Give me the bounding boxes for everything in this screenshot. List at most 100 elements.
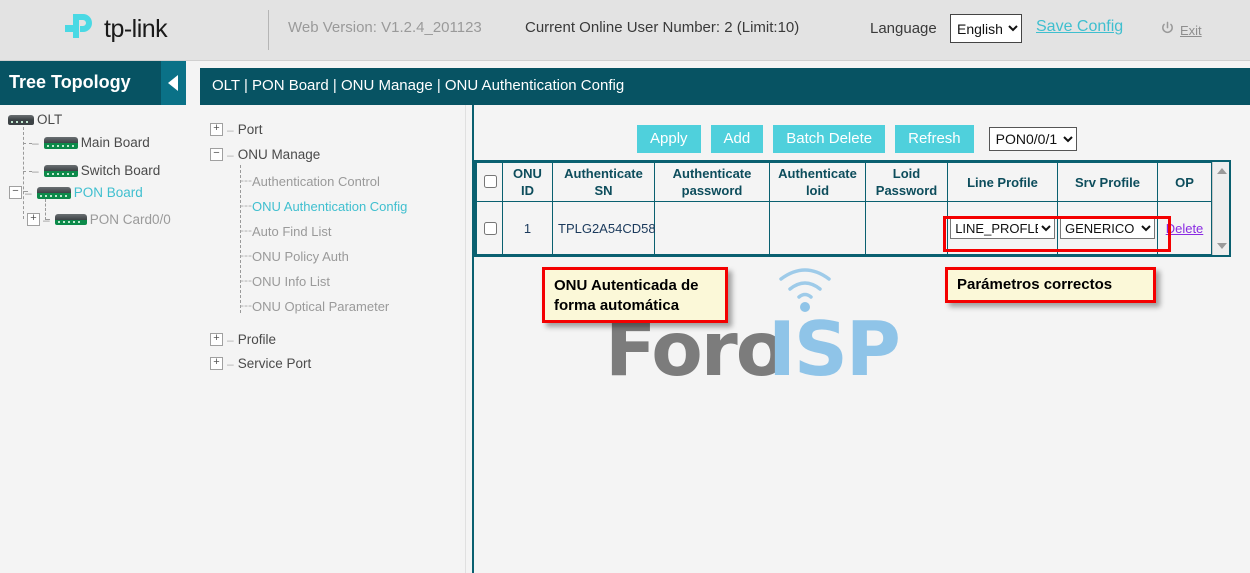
tree-node-pon-board[interactable]: − – PON Board [9, 185, 143, 200]
tree-connector [23, 143, 32, 144]
callout-onu-authenticated: ONU Autenticada de forma automática [542, 267, 728, 323]
table-row: 1 TPLG2A54CD58 LINE_PROFLE_1 GENERICO [477, 202, 1212, 255]
breadcrumb: OLT | PON Board | ONU Manage | ONU Authe… [212, 77, 624, 94]
onu-table-container: ONU ID Authenticate SN Authenticate pass… [474, 160, 1231, 257]
add-button[interactable]: Add [711, 125, 764, 153]
nav-group-label: Service Port [238, 356, 312, 371]
tree-branch-dash: – [32, 136, 39, 150]
nav-collapse-icon[interactable]: − [210, 148, 223, 161]
cell-line-profile: LINE_PROFLE_1 [948, 202, 1058, 255]
nav-branch-dash: --- [240, 198, 252, 212]
header-line-1: Authenticate [554, 165, 653, 182]
nav-expand-icon[interactable]: + [210, 357, 223, 370]
nav-branch-dash: --- [240, 298, 252, 312]
cell-authenticate-sn: TPLG2A54CD58 [553, 202, 655, 255]
row-select-cell [477, 202, 503, 255]
tree-node-label: PON Card0/0 [90, 212, 171, 227]
top-header: tp-link Web Version: V1.2.4_201123 Curre… [0, 0, 1250, 61]
nav-item-onu-authentication-config[interactable]: ONU Authentication Config [252, 199, 407, 214]
tree-topology-sidebar: Tree Topology OLT – Main Board – Switch … [0, 61, 186, 573]
tree-collapse-button[interactable] [161, 61, 186, 105]
web-version-label: Web Version: V1.2.4_201123 [288, 19, 482, 36]
nav-branch-dash: --- [240, 248, 252, 262]
cell-op: Delete [1158, 202, 1212, 255]
batch-delete-button[interactable]: Batch Delete [773, 125, 885, 153]
column-header-loid-password: Loid Password [866, 163, 948, 202]
power-icon [1160, 21, 1175, 39]
tree-node-label: Switch Board [81, 163, 161, 178]
onu-authentication-table: ONU ID Authenticate SN Authenticate pass… [476, 162, 1212, 255]
cell-authenticate-loid [770, 202, 866, 255]
srv-profile-select[interactable]: GENERICO [1060, 217, 1155, 239]
header-line-1: Authenticate [771, 165, 864, 182]
tree-node-pon-card[interactable]: + – PON Card0/0 [27, 212, 171, 227]
select-all-checkbox[interactable] [484, 175, 497, 188]
main-content-area: Apply Add Batch Delete Refresh PON0/0/1 … [472, 105, 1250, 573]
language-select[interactable]: English [950, 14, 1022, 43]
nav-expand-icon[interactable]: + [210, 333, 223, 346]
tree-node-olt[interactable]: OLT [8, 112, 62, 127]
tree-node-label: Main Board [81, 135, 150, 150]
apply-button[interactable]: Apply [637, 125, 701, 153]
nav-expand-icon[interactable]: + [210, 123, 223, 136]
nav-branch-dash: – [227, 123, 234, 137]
header-line-2: password [656, 182, 768, 199]
column-header-op: OP [1158, 163, 1212, 202]
nav-item-authentication-control[interactable]: Authentication Control [252, 174, 380, 189]
nav-branch-dash: --- [240, 173, 252, 187]
nav-branch-dash: --- [240, 223, 252, 237]
language-label: Language [870, 20, 937, 37]
tree-node-label: PON Board [74, 185, 143, 200]
header-line-2: SN [554, 182, 653, 199]
tree-connector [23, 171, 32, 172]
header-line-1: ONU [504, 165, 551, 182]
tree-node-main-board[interactable]: – Main Board [32, 135, 150, 150]
save-config-link[interactable]: Save Config [1036, 18, 1123, 36]
caret-down-icon[interactable] [1217, 243, 1227, 249]
tp-link-logo-icon [64, 12, 102, 46]
tree-branch-dash: – [32, 164, 39, 178]
tree-connector [23, 127, 24, 219]
nav-group-port[interactable]: + – Port [210, 122, 262, 137]
cell-srv-profile: GENERICO [1058, 202, 1158, 255]
cell-authenticate-password [655, 202, 770, 255]
row-select-checkbox[interactable] [484, 222, 497, 235]
column-header-onu-id: ONU ID [503, 163, 553, 202]
refresh-button[interactable]: Refresh [895, 125, 974, 153]
exit-control[interactable]: Exit [1160, 21, 1202, 39]
pon-port-select[interactable]: PON0/0/1 [989, 127, 1077, 151]
nav-connector [240, 165, 241, 313]
nav-branch-dash: --- [240, 273, 252, 287]
nav-group-profile[interactable]: + – Profile [210, 332, 276, 347]
nav-branch-dash: – [227, 357, 234, 371]
nav-item-onu-optical-parameter[interactable]: ONU Optical Parameter [252, 299, 389, 314]
column-header-line-profile: Line Profile [948, 163, 1058, 202]
tree-toggle-collapse-icon[interactable]: − [9, 186, 22, 199]
nav-branch-dash: – [227, 333, 234, 347]
nav-branch-dash: – [227, 148, 234, 162]
column-header-authenticate-password: Authenticate password [655, 163, 770, 202]
exit-link[interactable]: Exit [1180, 23, 1202, 38]
line-profile-select[interactable]: LINE_PROFLE_1 [950, 217, 1055, 239]
table-vertical-scrollbar[interactable] [1212, 162, 1229, 255]
tree-node-switch-board[interactable]: – Switch Board [32, 163, 160, 178]
tree-topology-title: Tree Topology [9, 72, 131, 93]
nav-item-onu-info-list[interactable]: ONU Info List [252, 274, 330, 289]
nav-group-onu-manage[interactable]: − – ONU Manage [210, 147, 320, 162]
column-header-authenticate-loid: Authenticate loid [770, 163, 866, 202]
tree-toggle-expand-icon[interactable]: + [27, 213, 40, 226]
nav-group-label: Port [238, 122, 263, 137]
navigation-panel: + – Port − – ONU Manage --- Authenticati… [200, 105, 465, 573]
tree-topology-header: Tree Topology [0, 61, 186, 105]
nav-item-auto-find-list[interactable]: Auto Find List [252, 224, 332, 239]
table-header-row: ONU ID Authenticate SN Authenticate pass… [477, 163, 1212, 202]
nav-item-onu-policy-auth[interactable]: ONU Policy Auth [252, 249, 349, 264]
tree-node-label: OLT [37, 112, 62, 127]
caret-up-icon[interactable] [1217, 168, 1227, 174]
tree-branch-dash: – [25, 186, 32, 200]
device-icon [37, 187, 71, 199]
header-line-1: Loid [867, 165, 946, 182]
nav-group-service-port[interactable]: + – Service Port [210, 356, 311, 371]
delete-link[interactable]: Delete [1166, 221, 1204, 236]
tree-branch-dash: – [43, 213, 50, 227]
